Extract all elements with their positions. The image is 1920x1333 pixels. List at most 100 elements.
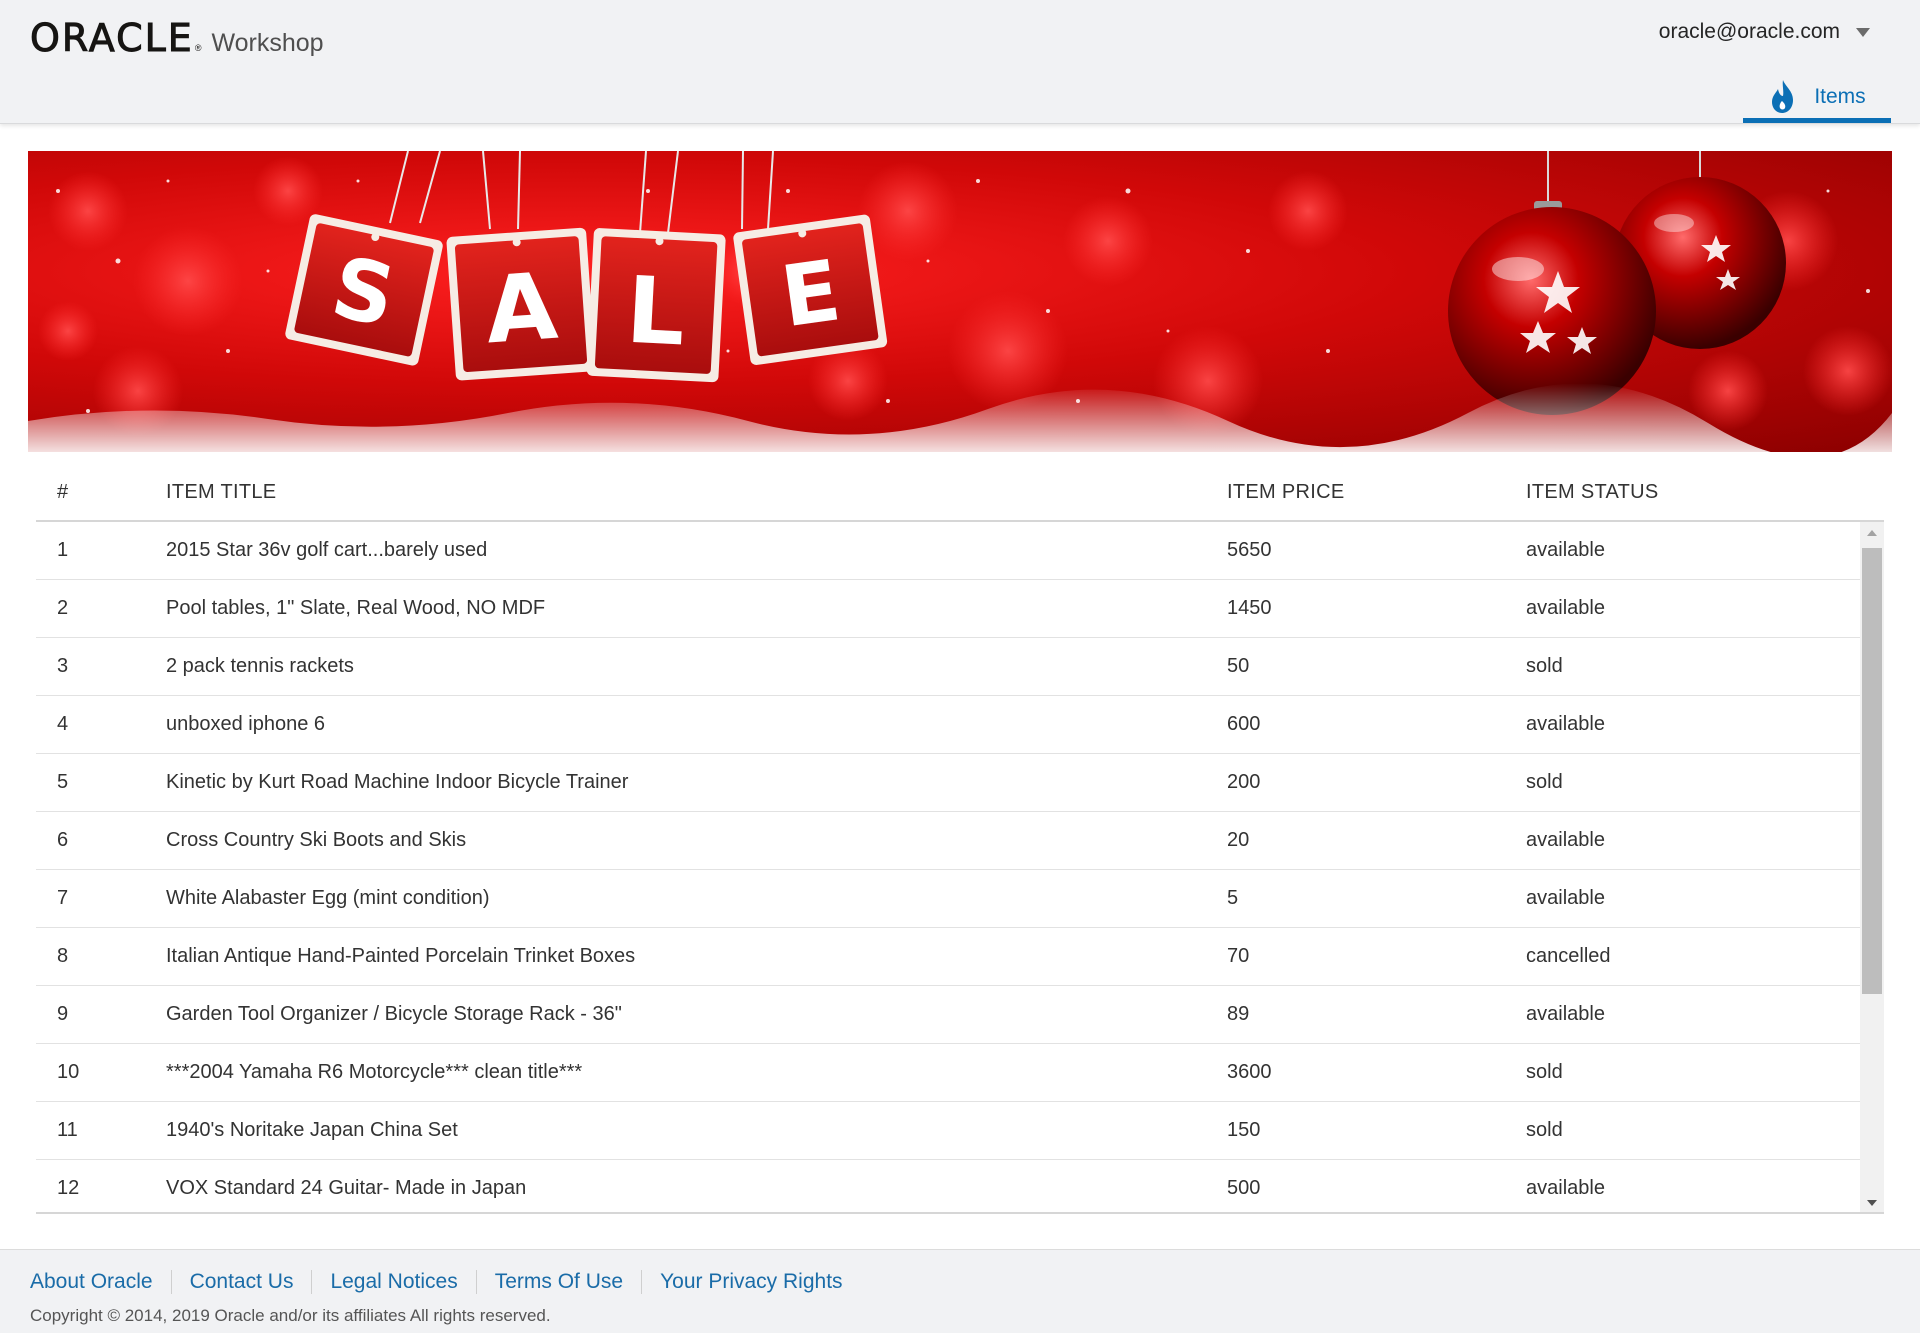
chevron-down-icon[interactable]: [1856, 27, 1870, 37]
cell-number: 12: [57, 1177, 80, 1199]
column-header-item-title[interactable]: ITEM TITLE: [166, 481, 1227, 504]
cell-number: 7: [57, 887, 69, 909]
table-row[interactable]: 12 VOX Standard 24 Guitar- Made in Japan 5…: [36, 1160, 1861, 1212]
cell-item-status: available: [1526, 887, 1605, 909]
cell-item-price: 1450: [1227, 597, 1272, 619]
footer-divider: [170, 1270, 172, 1294]
cell-item-title: 1940's Noritake Japan China Set: [166, 1119, 458, 1141]
cell-number: 1: [57, 539, 69, 561]
cell-number: 10: [57, 1061, 80, 1083]
table-body[interactable]: 1 2015 Star 36v golf cart...barely used 56…: [36, 522, 1884, 1214]
brand: ORACLE ® Workshop: [30, 16, 324, 61]
cell-item-status: available: [1526, 597, 1605, 619]
table-row[interactable]: 6 Cross Country Ski Boots and Skis 20 avail…: [36, 812, 1861, 870]
app-header: ORACLE ® Workshop oracle@oracle.com Item…: [0, 0, 1920, 124]
cell-item-status: available: [1526, 713, 1605, 735]
cell-number: 9: [57, 1003, 69, 1025]
table-row[interactable]: 7 White Alabaster Egg (mint condition) 5 av…: [36, 870, 1861, 928]
table-row[interactable]: 4 unboxed iphone 6 600 available: [36, 696, 1861, 754]
snow-ground: [28, 383, 1892, 452]
app-footer: About Oracle Contact Us Legal Notices Terms…: [0, 1249, 1920, 1333]
app-name: Workshop: [211, 29, 324, 57]
cell-item-status: sold: [1526, 1061, 1563, 1083]
cell-item-price: 20: [1227, 829, 1250, 851]
table-row[interactable]: 2 Pool tables, 1" Slate, Real Wood, NO MD…: [36, 580, 1861, 638]
cell-item-price: 200: [1227, 771, 1261, 793]
table-row[interactable]: 9 Garden Tool Organizer / Bicycle Storage…: [36, 986, 1861, 1044]
cell-number: 2: [57, 597, 69, 619]
table-row[interactable]: 3 2 pack tennis rackets 50 sold: [36, 638, 1861, 696]
cell-item-price: 600: [1227, 713, 1261, 735]
copyright-text: Copyright © 2014, 2019 Oracle and/or its…: [30, 1306, 551, 1325]
cell-item-title: 2 pack tennis rackets: [166, 655, 354, 677]
sale-letter-l: L: [624, 257, 688, 367]
cell-item-price: 5: [1227, 887, 1239, 909]
cell-number: 11: [57, 1119, 78, 1141]
cell-number: 4: [57, 713, 69, 735]
cell-number: 5: [57, 771, 69, 793]
cell-item-title: White Alabaster Egg (mint condition): [166, 887, 490, 909]
sale-letter-a: A: [482, 253, 560, 365]
cell-item-title: Cross Country Ski Boots and Skis: [166, 829, 467, 851]
cell-item-title: VOX Standard 24 Guitar- Made in Japan: [166, 1177, 527, 1199]
footer-divider: [311, 1270, 313, 1294]
table-row[interactable]: 8 Italian Antique Hand-Painted Porcelain …: [36, 928, 1861, 986]
vertical-scrollbar[interactable]: [1860, 522, 1884, 1212]
cell-item-price: 150: [1227, 1119, 1261, 1141]
cell-item-title: ***2004 Yamaha R6 Motorcycle*** clean ti…: [166, 1061, 583, 1083]
cell-item-title: 2015 Star 36v golf cart...barely used: [166, 539, 488, 561]
cell-number: 3: [57, 655, 69, 677]
sale-banner: S A L E: [28, 151, 1892, 452]
cell-item-title: unboxed iphone 6: [166, 713, 326, 735]
cell-item-title: Italian Antique Hand-Painted Porcelain T…: [166, 945, 636, 967]
cell-item-price: 5650: [1227, 539, 1272, 561]
registered-mark: ®: [194, 43, 202, 53]
cell-item-status: cancelled: [1526, 945, 1611, 967]
column-header-item-price[interactable]: ITEM PRICE: [1227, 481, 1526, 504]
cell-number: 8: [57, 945, 69, 967]
column-header-item-status[interactable]: ITEM STATUS: [1526, 481, 1856, 504]
footer-link-contact-us[interactable]: Contact Us: [190, 1270, 294, 1294]
tag-strings: [389, 151, 774, 234]
footer-links: About Oracle Contact Us Legal Notices Terms…: [30, 1270, 843, 1294]
cell-item-title: Pool tables, 1" Slate, Real Wood, NO MDF: [166, 597, 546, 619]
footer-divider: [475, 1270, 477, 1294]
scroll-up-arrow-icon[interactable]: [1867, 530, 1877, 536]
cell-item-status: available: [1526, 1003, 1605, 1025]
cell-item-status: sold: [1526, 655, 1563, 677]
cell-item-price: 3600: [1227, 1061, 1272, 1083]
tab-items[interactable]: Items: [1743, 76, 1891, 123]
scroll-down-arrow-icon[interactable]: [1867, 1200, 1877, 1206]
footer-link-legal-notices[interactable]: Legal Notices: [330, 1270, 457, 1294]
cell-item-status: available: [1526, 829, 1605, 851]
footer-link-terms-of-use[interactable]: Terms Of Use: [495, 1270, 623, 1294]
cell-item-status: available: [1526, 539, 1605, 561]
cell-item-price: 50: [1227, 655, 1250, 677]
items-table: # ITEM TITLE ITEM PRICE ITEM STATUS 1 201…: [36, 464, 1884, 1214]
table-row[interactable]: 11 1940's Noritake Japan China Set 150 sold: [36, 1102, 1861, 1160]
table-row[interactable]: 5 Kinetic by Kurt Road Machine Indoor Bic…: [36, 754, 1861, 812]
footer-link-your-privacy-rights[interactable]: Your Privacy Rights: [660, 1270, 842, 1294]
footer-divider: [641, 1270, 643, 1294]
column-header-number[interactable]: #: [36, 481, 166, 504]
sale-banner-graphic: S A L E: [28, 151, 1892, 452]
cell-item-status: available: [1526, 1177, 1605, 1199]
fire-icon: [1772, 80, 1794, 113]
footer-link-about-oracle[interactable]: About Oracle: [30, 1270, 153, 1294]
table-row[interactable]: 1 2015 Star 36v golf cart...barely used 56…: [36, 522, 1861, 580]
cell-number: 6: [57, 829, 69, 851]
table-header: # ITEM TITLE ITEM PRICE ITEM STATUS: [36, 464, 1884, 522]
cell-item-title: Kinetic by Kurt Road Machine Indoor Bicy…: [166, 771, 629, 793]
user-email[interactable]: oracle@oracle.com: [1659, 20, 1840, 44]
table-row[interactable]: 10 ***2004 Yamaha R6 Motorcycle*** clean …: [36, 1044, 1861, 1102]
cell-item-price: 89: [1227, 1003, 1250, 1025]
cell-item-status: sold: [1526, 771, 1563, 793]
cell-item-title: Garden Tool Organizer / Bicycle Storage …: [166, 1003, 622, 1025]
oracle-logo: ORACLE: [30, 16, 194, 61]
scrollbar-thumb[interactable]: [1862, 548, 1882, 994]
tab-items-label[interactable]: Items: [1814, 85, 1865, 109]
user-menu[interactable]: oracle@oracle.com: [1659, 20, 1870, 44]
cell-item-price: 70: [1227, 945, 1250, 967]
cell-item-status: sold: [1526, 1119, 1563, 1141]
cell-item-price: 500: [1227, 1177, 1261, 1199]
